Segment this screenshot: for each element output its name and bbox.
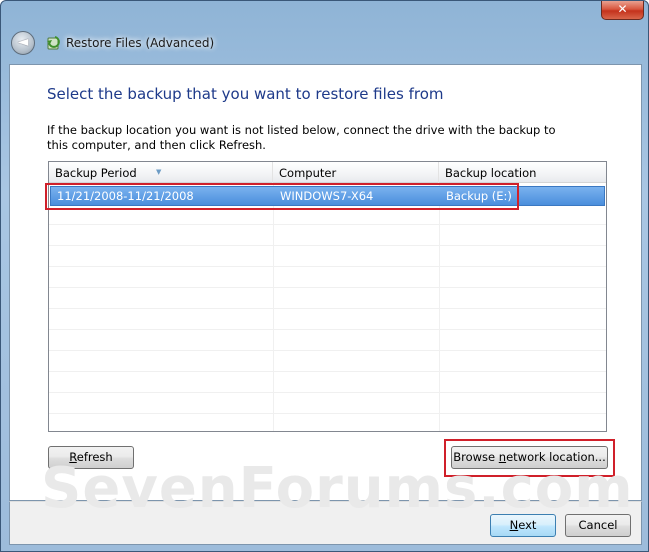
back-button[interactable]: ◄: [11, 31, 35, 55]
column-header-backup-location[interactable]: Backup location: [439, 162, 606, 183]
grid-line: [49, 245, 606, 246]
column-header-computer[interactable]: Computer: [273, 162, 439, 183]
grid-line: [49, 413, 606, 414]
cancel-button[interactable]: Cancel: [565, 514, 631, 537]
grid-line: [49, 266, 606, 267]
grid-line: [49, 350, 606, 351]
button-label: Cancel: [578, 518, 618, 532]
watermark-text: SevenForums.com: [41, 456, 634, 521]
restore-files-window: ✕ ◄ Restore Files (Advanced) Select the …: [0, 0, 649, 552]
button-label: ext: [518, 518, 537, 532]
grid-line: [49, 329, 606, 330]
grid-line: [49, 224, 606, 225]
instructions-text: If the backup location you want is not l…: [47, 123, 556, 152]
grid-line: [49, 287, 606, 288]
column-header-backup-period[interactable]: Backup Period ▼: [49, 162, 273, 183]
backup-restore-icon: [47, 36, 60, 50]
grid-line: [49, 392, 606, 393]
list-header: Backup Period ▼ Computer Backup location: [49, 162, 606, 183]
sort-arrow-icon: ▼: [156, 168, 162, 176]
column-label: Computer: [279, 166, 337, 180]
back-arrow-icon: ◄: [17, 34, 29, 50]
content-panel: Select the backup that you want to resto…: [9, 64, 642, 501]
next-button[interactable]: Next: [490, 514, 556, 537]
accelerator-key: N: [509, 518, 519, 532]
grid-line: [49, 371, 606, 372]
close-button[interactable]: ✕: [601, 1, 644, 20]
grid-line: [49, 308, 606, 309]
page-heading: Select the backup that you want to resto…: [47, 85, 444, 103]
annotation-highlight-row: [45, 183, 519, 210]
window-title: Restore Files (Advanced): [66, 36, 215, 50]
column-label: Backup location: [445, 166, 537, 180]
column-label: Backup Period: [55, 166, 137, 180]
